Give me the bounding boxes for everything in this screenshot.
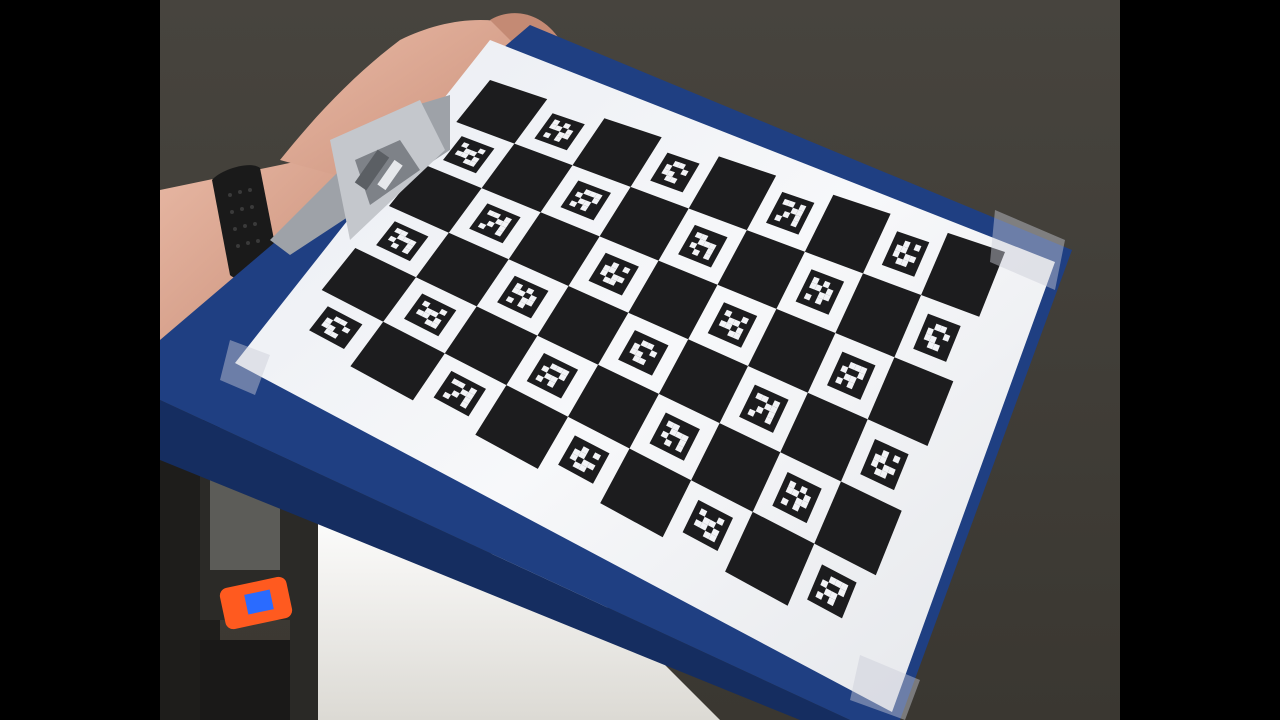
left-letterbox [0, 0, 160, 720]
background-cable-box [200, 640, 290, 720]
photo [160, 0, 1120, 720]
image-frame [0, 0, 1280, 720]
photo-scene [160, 0, 1120, 720]
right-letterbox [1120, 0, 1280, 720]
